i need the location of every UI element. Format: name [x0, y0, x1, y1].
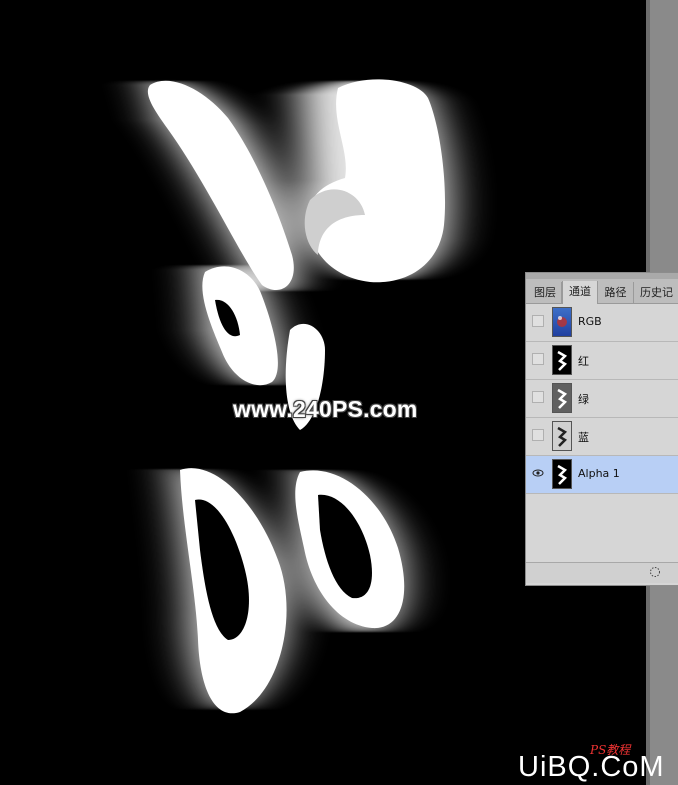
eye-icon[interactable]: [532, 467, 544, 479]
channel-row-alpha-1[interactable]: Alpha 1: [526, 456, 678, 494]
channel-name: 绿: [578, 393, 589, 406]
site-logo: PS教程 UiBQ.CoM: [518, 741, 678, 785]
visibility-toggle[interactable]: [532, 391, 544, 403]
channel-thumbnail: [552, 459, 572, 489]
channel-name: RGB: [578, 315, 602, 328]
logo-text: UiBQ.CoM: [518, 751, 665, 783]
visibility-toggle[interactable]: [532, 353, 544, 365]
watermark-text: www.240PS.com: [233, 396, 418, 422]
panel-tab-bar: 图层 通道 路径 历史记: [526, 273, 678, 304]
channel-thumbnail: [552, 383, 572, 413]
channel-name: 蓝: [578, 431, 589, 444]
channel-list: RGB 红 绿 蓝 Alpha 1: [526, 304, 678, 494]
channels-panel: 图层 通道 路径 历史记 RGB 红 绿 蓝 Alpha 1: [525, 272, 678, 586]
channel-thumbnail: [552, 307, 572, 337]
tab-channels[interactable]: 通道: [562, 281, 598, 304]
channel-row-red[interactable]: 红: [526, 342, 678, 380]
channel-name: Alpha 1: [578, 467, 620, 480]
dotted-selection-icon[interactable]: [649, 566, 661, 581]
channel-thumbnail: [552, 421, 572, 451]
channel-thumbnail: [552, 345, 572, 375]
panel-title-strip: [526, 273, 678, 279]
tab-layers[interactable]: 图层: [529, 282, 562, 303]
tab-paths[interactable]: 路径: [598, 282, 634, 303]
tab-history[interactable]: 历史记: [634, 282, 678, 303]
channel-row-green[interactable]: 绿: [526, 380, 678, 418]
visibility-toggle[interactable]: [532, 315, 544, 327]
channel-row-blue[interactable]: 蓝: [526, 418, 678, 456]
visibility-toggle[interactable]: [532, 429, 544, 441]
channel-row-rgb[interactable]: RGB: [526, 304, 678, 342]
panel-footer: [526, 562, 678, 583]
channel-name: 红: [578, 355, 589, 368]
